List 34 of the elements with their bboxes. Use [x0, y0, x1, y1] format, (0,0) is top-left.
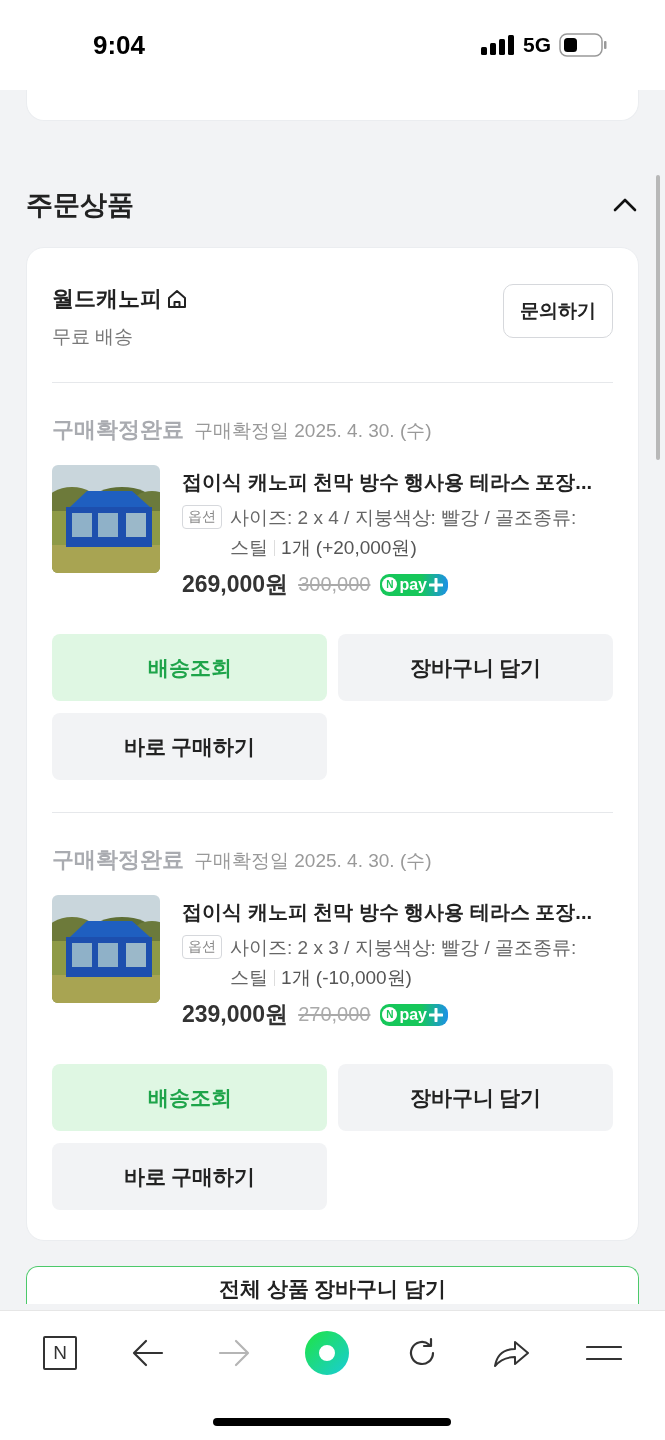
add-all-to-cart-button[interactable]: 전체 상품 장바구니 담기: [26, 1266, 639, 1304]
product-title[interactable]: 접이식 캐노피 천막 방수 행사용 테라스 포장...: [182, 469, 613, 496]
option-text: 사이즈: 2 x 4 / 지붕색상: 빨강 / 골조종류: 스틸 1개 (+20,000원): [230, 506, 578, 560]
back-icon[interactable]: [131, 1338, 164, 1367]
battery-icon: [559, 33, 607, 57]
order-status: 구매확정완료: [52, 416, 184, 444]
chevron-icon[interactable]: [613, 198, 637, 212]
option-tag: 옵션: [182, 505, 222, 529]
price: 239,000원: [182, 1000, 289, 1029]
order-status: 구매확정완료: [52, 846, 184, 874]
action-button[interactable]: 장바구니 담기: [338, 634, 613, 701]
pay-badge: N pay: [380, 573, 448, 596]
option-text: 사이즈: 2 x 3 / 지붕색상: 빨강 / 골조종류: 스틸 1개 (-10,000원): [230, 936, 578, 990]
home-icon[interactable]: [166, 288, 188, 310]
action-button[interactable]: 장바구니 담기: [338, 1064, 613, 1131]
action-button[interactable]: 바로 구매하기: [52, 713, 327, 780]
original-price: 300,000: [298, 573, 371, 596]
action-button[interactable]: 바로 구매하기: [52, 1143, 327, 1210]
network-label: 5G: [523, 33, 551, 57]
shipping-label: 무료 배송: [52, 325, 135, 349]
home-button[interactable]: N: [43, 1335, 78, 1370]
option-tag: 옵션: [182, 935, 222, 959]
pay-badge: N pay: [380, 1003, 448, 1026]
product-title[interactable]: 접이식 캐노피 천막 방수 행사용 테라스 포장...: [182, 899, 613, 926]
inquiry-button[interactable]: 문의하기: [503, 284, 613, 338]
signal-icon: [481, 35, 515, 55]
price: 269,000원: [182, 570, 289, 599]
seller-name[interactable]: 월드캐노피: [52, 284, 162, 314]
original-price: 270,000: [298, 1003, 371, 1026]
status-time: 9:04: [93, 29, 146, 61]
confirm-date: 구매확정일 2025. 4. 30. (수): [194, 419, 432, 443]
confirm-date: 구매확정일 2025. 4. 30. (수): [194, 849, 432, 873]
section-title: 주문상품: [26, 189, 134, 222]
menu-icon[interactable]: [585, 1343, 622, 1362]
